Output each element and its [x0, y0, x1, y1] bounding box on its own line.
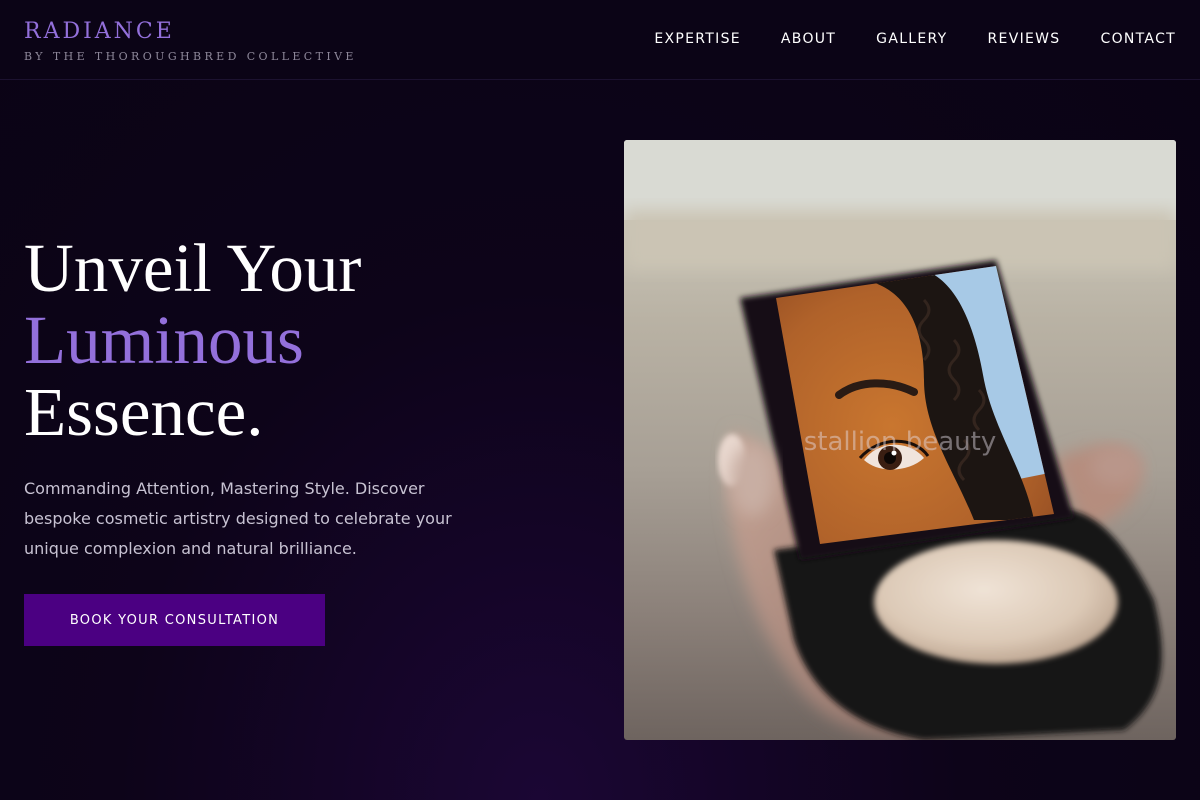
brand-tagline: BY THE THOROUGHBRED COLLECTIVE — [24, 50, 357, 63]
brand-logo[interactable]: RADIANCE BY THE THOROUGHBRED COLLECTIVE — [24, 19, 357, 64]
site-header: RADIANCE BY THE THOROUGHBRED COLLECTIVE … — [0, 0, 1200, 80]
hero-title: Unveil Your Luminous Essence. — [24, 232, 361, 448]
nav-link-contact[interactable]: CONTACT — [1101, 30, 1177, 48]
nav-link-about[interactable]: ABOUT — [781, 30, 836, 48]
hero-title-line3: Essence. — [24, 374, 264, 450]
nav-link-expertise[interactable]: EXPERTISE — [654, 30, 741, 48]
main-nav: EXPERTISE ABOUT GALLERY REVIEWS CONTACT — [654, 30, 1176, 48]
book-consultation-button[interactable]: BOOK YOUR CONSULTATION — [24, 594, 325, 646]
nav-link-reviews[interactable]: REVIEWS — [988, 30, 1061, 48]
hero-title-line1: Unveil Your — [24, 230, 362, 306]
hero-image: stallion beauty — [624, 140, 1176, 740]
nav-link-gallery[interactable]: GALLERY — [876, 30, 947, 48]
compact-mirror-illustration — [624, 140, 1176, 740]
brand-name: RADIANCE — [24, 19, 175, 44]
hero-description: Commanding Attention, Mastering Style. D… — [24, 479, 452, 558]
hero-title-accent: Luminous — [24, 302, 304, 378]
